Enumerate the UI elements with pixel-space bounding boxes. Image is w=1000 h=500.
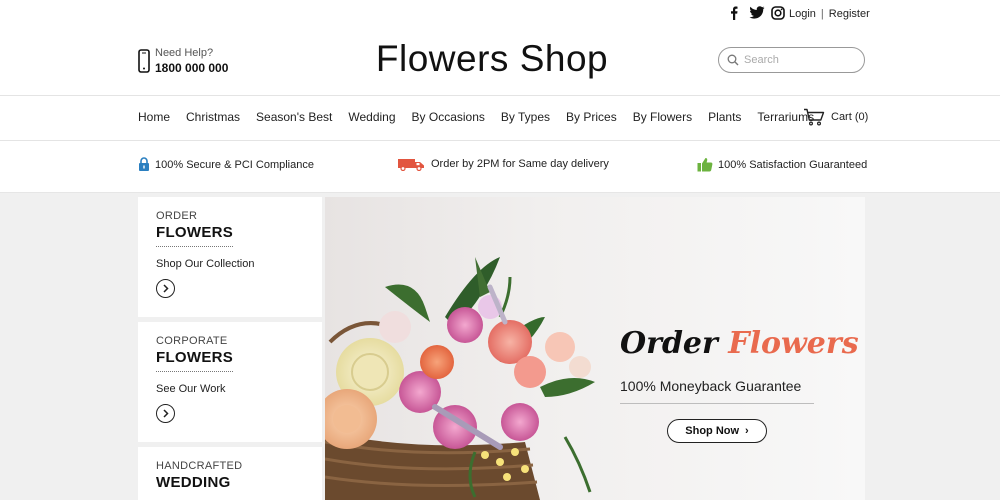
promo-card-title: FLOWERS [156, 224, 234, 247]
delivery-truck-icon [398, 159, 424, 171]
thumbs-up-icon [697, 158, 713, 172]
promo-card-title: FLOWERS [156, 349, 234, 372]
instagram-icon[interactable] [771, 6, 785, 20]
promo-card-kicker: HANDCRAFTED [156, 460, 243, 472]
promo-card-link[interactable]: See Our Work [156, 383, 322, 395]
promo-card-title: WEDDING [156, 474, 231, 491]
nav-item-plants[interactable]: Plants [708, 110, 741, 124]
cart-link[interactable]: Cart (0) [803, 108, 868, 126]
main-nav: Home Christmas Season's Best Wedding By … [138, 110, 830, 124]
nav-divider-bottom [0, 140, 1000, 141]
shop-now-button[interactable]: Shop Now › [667, 419, 767, 443]
feature-satisfaction: 100% Satisfaction Guaranteed [697, 157, 867, 172]
banner-subtitle: 100% Moneyback Guarantee [620, 378, 802, 394]
search-icon [727, 54, 739, 66]
lock-icon [139, 157, 149, 171]
feature-delivery: Order by 2PM for Same day delivery [397, 157, 609, 171]
promo-card-handcrafted-wedding[interactable]: HANDCRAFTED WEDDING [138, 447, 322, 500]
shop-now-label: Shop Now [685, 425, 740, 437]
top-bar: Login | Register [0, 0, 1000, 30]
search-box[interactable] [718, 47, 865, 73]
nav-item-christmas[interactable]: Christmas [186, 110, 240, 124]
feature-secure: 100% Secure & PCI Compliance [138, 157, 314, 172]
social-links [727, 6, 785, 20]
promo-card-link[interactable]: Shop Our Collection [156, 258, 322, 270]
shopping-cart-icon [804, 108, 825, 126]
search-input[interactable] [744, 54, 854, 66]
nav-item-by-types[interactable]: By Types [501, 110, 550, 124]
auth-separator: | [820, 8, 824, 20]
arrow-right-circle-icon[interactable] [156, 279, 175, 298]
login-link[interactable]: Login [789, 8, 816, 20]
feature-delivery-text: Order by 2PM for Same day delivery [431, 158, 609, 170]
chevron-right-icon: › [745, 425, 749, 437]
nav-item-by-flowers[interactable]: By Flowers [633, 110, 692, 124]
promo-card-kicker: CORPORATE [156, 335, 228, 347]
banner-divider [620, 403, 814, 404]
promo-card-order-flowers[interactable]: ORDER FLOWERS Shop Our Collection [138, 197, 322, 317]
banner-title-word2: Flowers [728, 326, 859, 361]
facebook-icon[interactable] [727, 6, 741, 20]
cart-label: Cart (0) [831, 111, 869, 123]
nav-item-by-prices[interactable]: By Prices [566, 110, 617, 124]
arrow-right-circle-icon[interactable] [156, 404, 175, 423]
nav-divider-top [0, 95, 1000, 96]
promo-card-corporate-flowers[interactable]: CORPORATE FLOWERS See Our Work [138, 322, 322, 442]
nav-item-seasons-best[interactable]: Season's Best [256, 110, 332, 124]
promo-card-kicker: ORDER [156, 210, 198, 222]
auth-links: Login | Register [789, 8, 870, 20]
nav-item-wedding[interactable]: Wedding [348, 110, 395, 124]
register-link[interactable]: Register [829, 8, 870, 20]
feature-secure-text: 100% Secure & PCI Compliance [155, 158, 314, 171]
sidebar-promos: ORDER FLOWERS Shop Our Collection CORPOR… [138, 197, 322, 500]
banner-title: Order Flowers [620, 326, 859, 361]
banner-title-word1: Order [620, 326, 718, 361]
nav-item-home[interactable]: Home [138, 110, 170, 124]
feature-satisfaction-text: 100% Satisfaction Guaranteed [718, 158, 868, 171]
nav-item-by-occasions[interactable]: By Occasions [412, 110, 485, 124]
twitter-icon[interactable] [749, 6, 765, 20]
